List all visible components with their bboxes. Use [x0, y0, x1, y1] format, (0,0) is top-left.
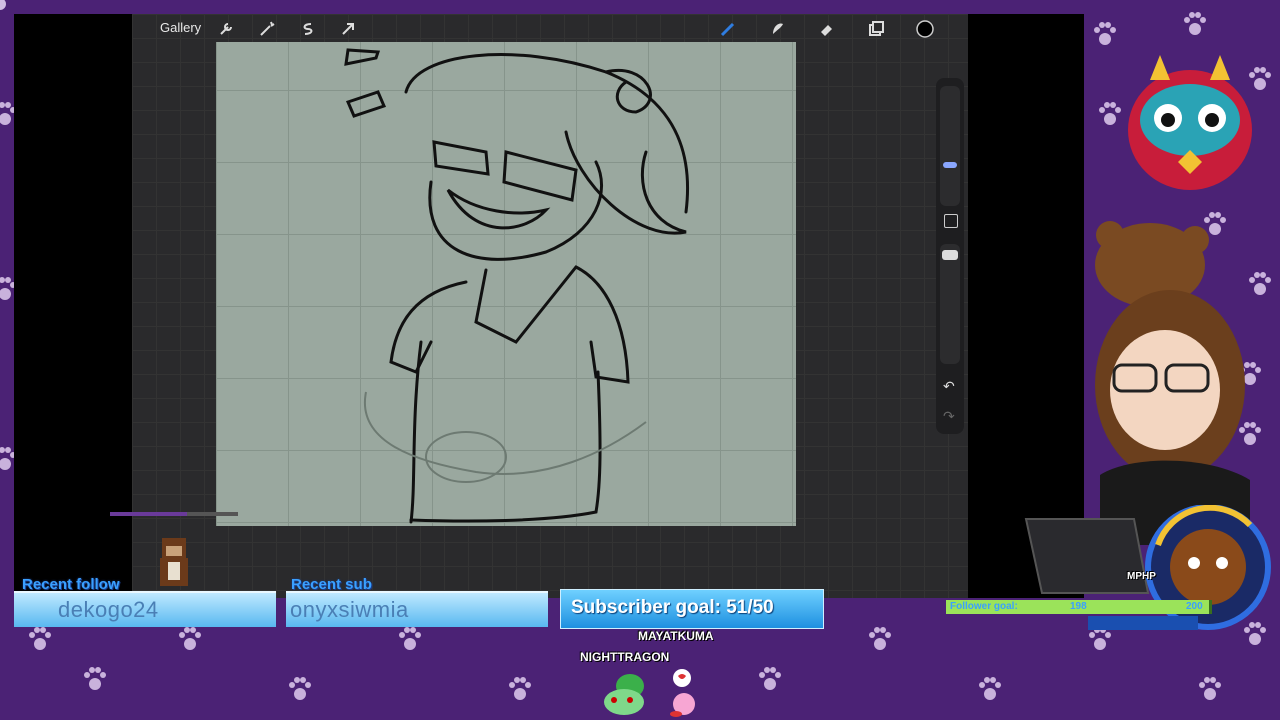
- follower-goal-bar: Follower goal: 198 200: [946, 600, 1212, 614]
- brush-icon[interactable]: [719, 20, 737, 38]
- gallery-button[interactable]: Gallery: [160, 20, 201, 35]
- procreate-app: Gallery ↶ ↷: [132, 14, 968, 598]
- recent-follow-value: dekogo24: [58, 597, 159, 622]
- chat-name-2: NIGHTTRAGON: [580, 650, 670, 664]
- toolbar: Gallery: [132, 14, 968, 44]
- hud-label: MPHP: [1127, 571, 1156, 582]
- tablet-prop: [1024, 518, 1150, 594]
- recent-sub-bar: onyxsiwmia: [286, 591, 548, 627]
- layers-icon[interactable]: [867, 20, 885, 38]
- dragon-mascot: [1128, 55, 1252, 190]
- transform-arrow-icon[interactable]: [339, 20, 357, 38]
- follower-goal-current: 198: [1070, 601, 1087, 612]
- modify-button[interactable]: [944, 214, 958, 228]
- tool-sidebar: ↶ ↷: [936, 78, 964, 434]
- color-swatch-icon[interactable]: [916, 20, 934, 38]
- opacity-handle[interactable]: [942, 250, 958, 260]
- selection-s-icon[interactable]: [299, 20, 317, 38]
- recent-sub-value: onyxsiwmia: [290, 597, 409, 622]
- follower-goal-target: 200: [1186, 601, 1203, 612]
- redo-icon[interactable]: ↷: [943, 408, 955, 425]
- bulbasaur-sprite: [604, 674, 644, 715]
- recent-follow-bar: dekogo24: [14, 591, 276, 627]
- eraser-icon[interactable]: [818, 20, 836, 38]
- kirby-sprite: [670, 669, 695, 717]
- undo-icon[interactable]: ↶: [943, 378, 955, 395]
- wrench-icon[interactable]: [217, 20, 235, 38]
- brush-size-slider[interactable]: [940, 86, 960, 206]
- subscriber-goal-text: Subscriber goal: 51/50: [571, 597, 774, 618]
- opacity-slider[interactable]: [940, 244, 960, 364]
- follower-goal-underline: [1088, 616, 1198, 630]
- sketch-drawing: [344, 48, 689, 524]
- subscriber-goal-box: Subscriber goal: 51/50: [560, 589, 824, 629]
- chat-name-1: MAYATKUMA: [638, 629, 714, 643]
- follower-goal-label: Follower goal:: [950, 601, 1018, 612]
- brush-size-handle[interactable]: [943, 162, 957, 168]
- magic-wand-icon[interactable]: [258, 20, 276, 38]
- dog-sprite: [160, 538, 188, 586]
- drawing-canvas[interactable]: [216, 42, 796, 526]
- streamer-avatar: [1095, 221, 1250, 545]
- smudge-icon[interactable]: [769, 20, 787, 38]
- xp-bar: [110, 512, 238, 516]
